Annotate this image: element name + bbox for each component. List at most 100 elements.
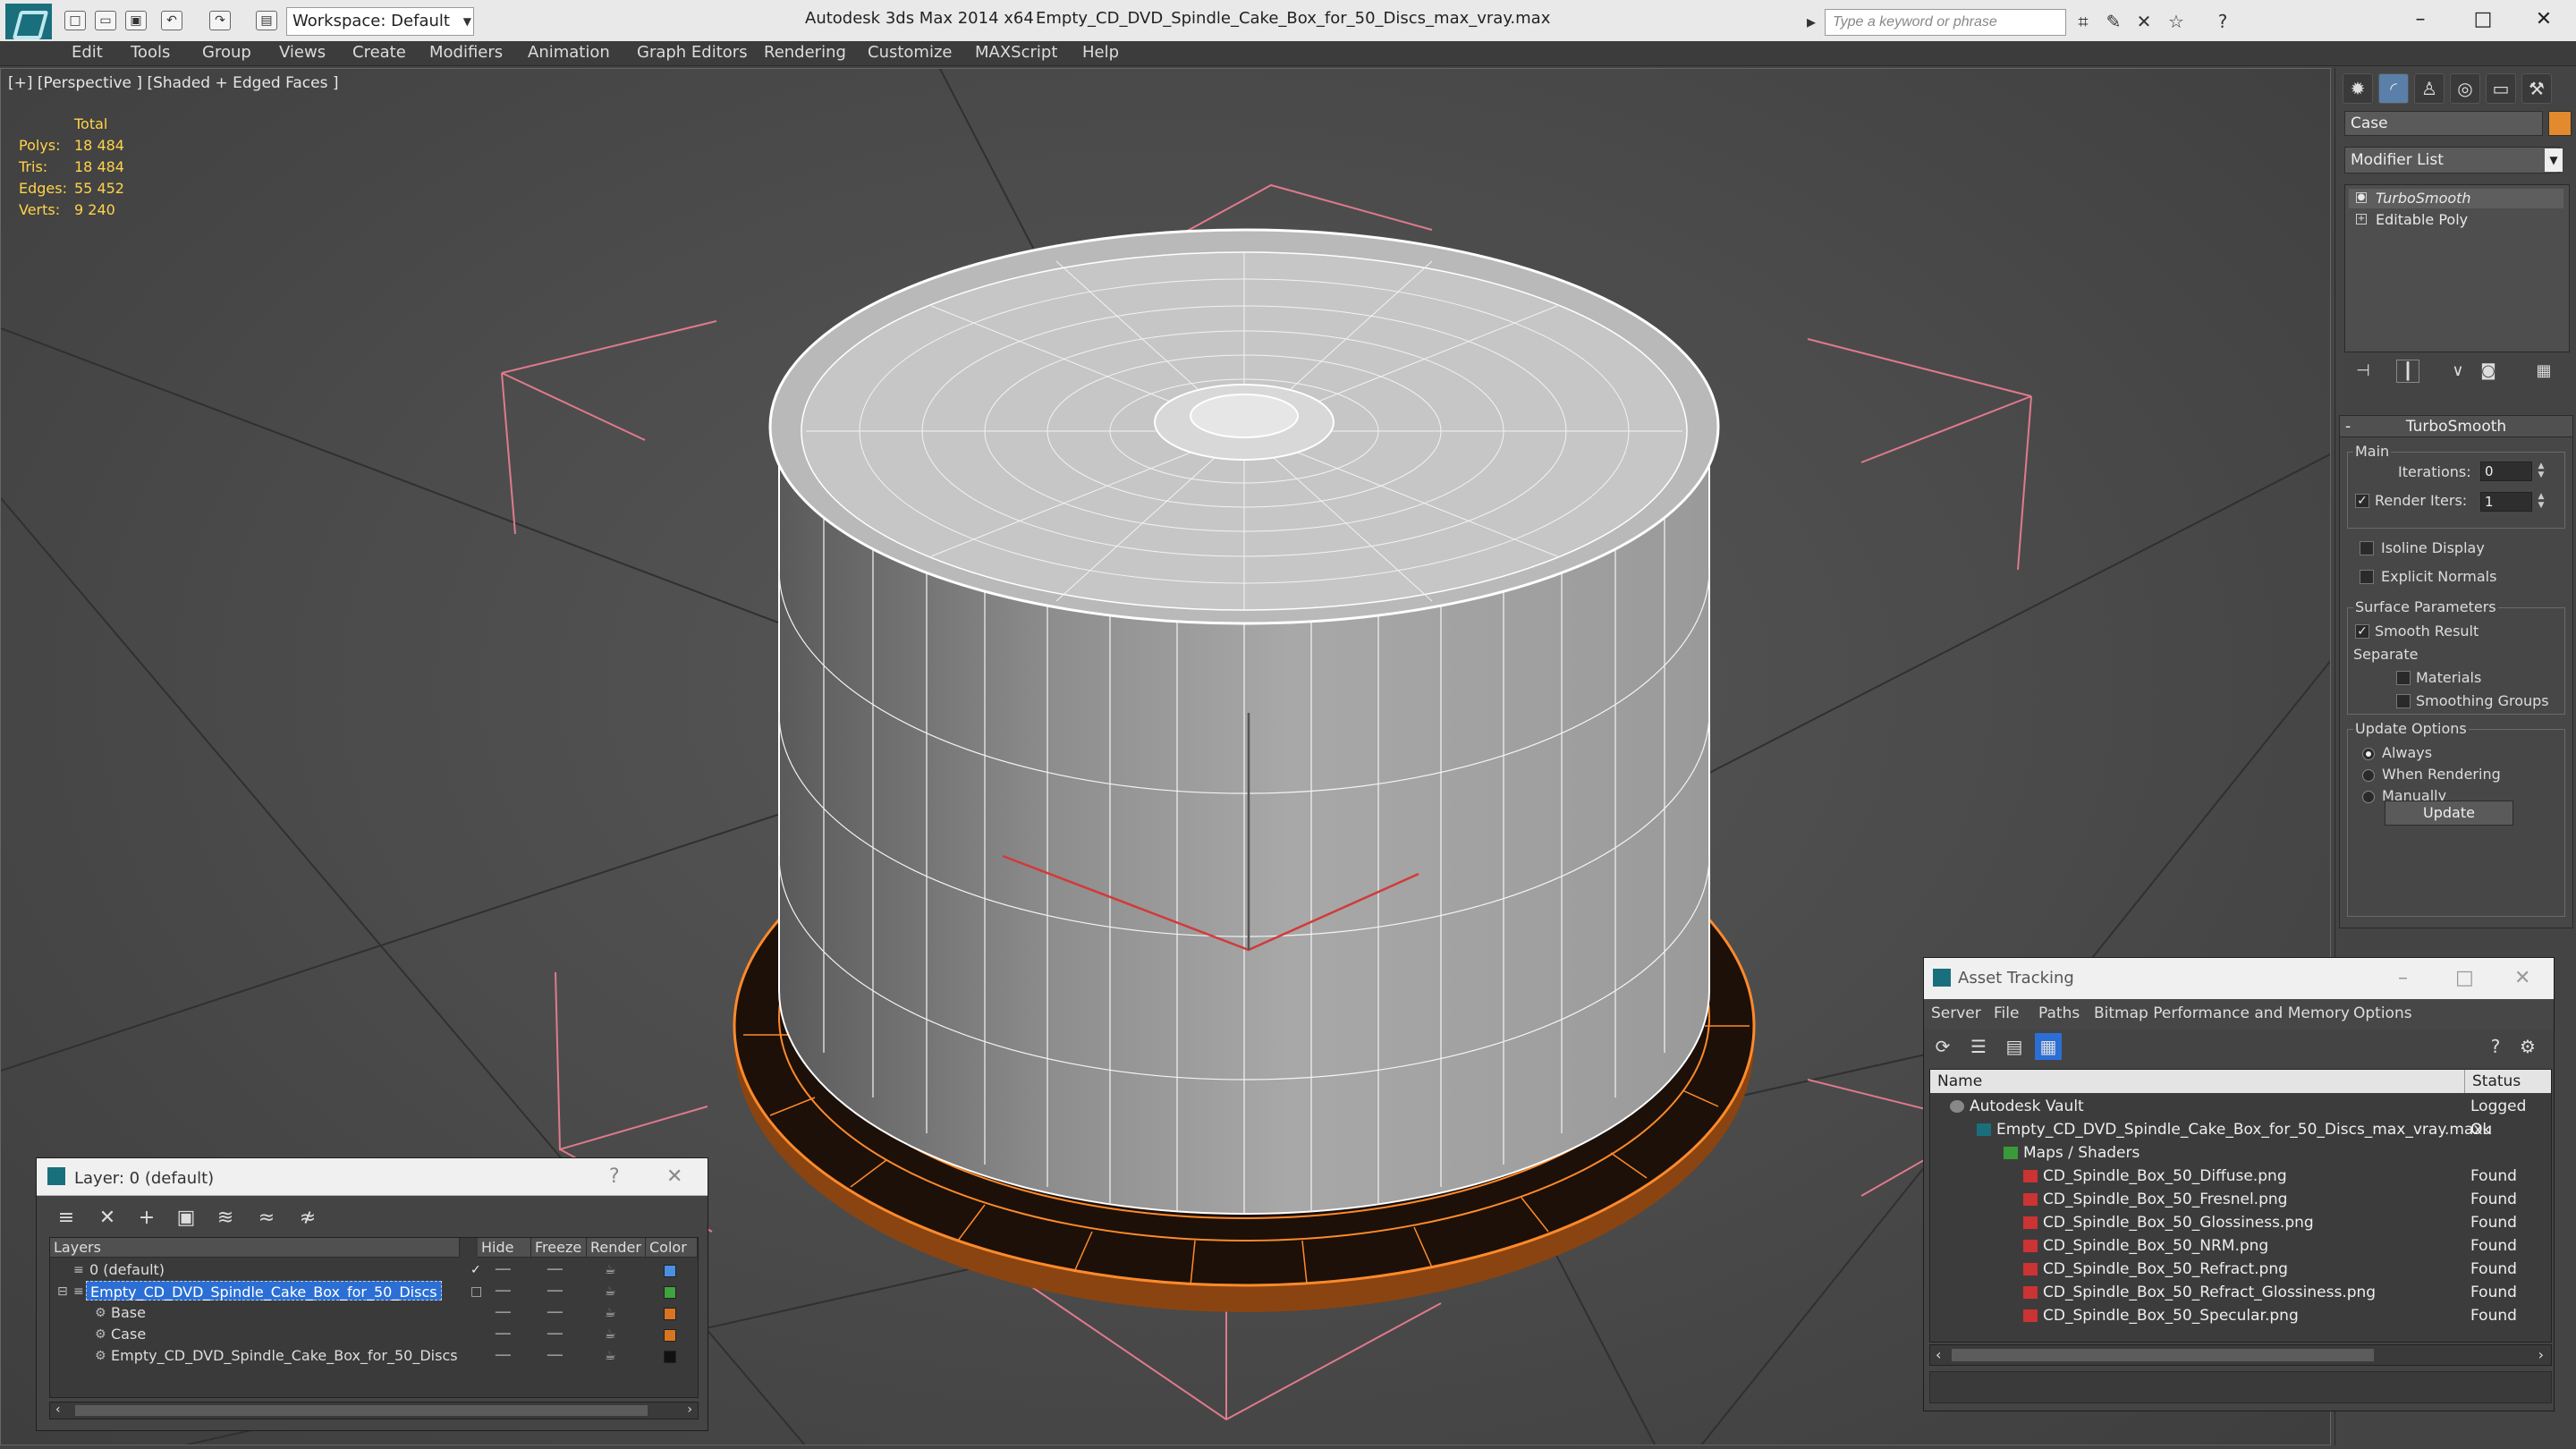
layer-color-swatch[interactable] bbox=[664, 1329, 676, 1342]
menu-edit[interactable]: Edit bbox=[72, 43, 103, 62]
asset-row[interactable]: CD_Spindle_Box_50_Glossiness.png Found bbox=[1930, 1211, 2551, 1234]
minimize-icon[interactable]: – bbox=[2398, 967, 2408, 989]
redo-icon[interactable]: ↷ bbox=[209, 11, 231, 30]
settings-icon[interactable]: ⚙ bbox=[2514, 1033, 2541, 1060]
hierarchy-tab-icon[interactable]: ♙ bbox=[2414, 73, 2445, 104]
asset-row[interactable]: Empty_CD_DVD_Spindle_Cake_Box_for_50_Dis… bbox=[1930, 1118, 2551, 1141]
render-teapot-icon[interactable]: ☕ bbox=[605, 1324, 616, 1345]
asset-row[interactable]: CD_Spindle_Box_50_Fresnel.png Found bbox=[1930, 1188, 2551, 1211]
hide-toggle[interactable]: ── bbox=[496, 1324, 511, 1345]
asset-row[interactable]: Autodesk Vault Logged Ou bbox=[1930, 1095, 2551, 1139]
help-icon[interactable]: ? bbox=[609, 1165, 620, 1188]
hide-toggle[interactable]: ── bbox=[496, 1259, 511, 1281]
add-to-layer-icon[interactable]: + bbox=[133, 1205, 160, 1232]
asset-menu-bitmap-performance[interactable]: Bitmap Performance and Memory bbox=[2094, 1004, 2350, 1022]
freeze-all-icon[interactable]: ≉ bbox=[294, 1205, 321, 1232]
column-name[interactable]: Name bbox=[1930, 1070, 2465, 1093]
hide-toggle[interactable]: ── bbox=[496, 1345, 511, 1367]
explicit-normals-checkbox[interactable] bbox=[2360, 570, 2374, 584]
maximize-icon[interactable]: □ bbox=[2455, 967, 2474, 989]
menu-group[interactable]: Group bbox=[202, 43, 251, 62]
stack-item-turbosmooth[interactable]: ● TurboSmooth bbox=[2349, 189, 2563, 208]
layer-row[interactable]: ⚙ Base ── ── ☕ bbox=[50, 1302, 698, 1324]
column-layers[interactable]: Layers bbox=[50, 1238, 460, 1258]
scroll-right-icon[interactable]: › bbox=[2538, 1346, 2544, 1363]
layer-color-swatch[interactable] bbox=[664, 1286, 676, 1299]
motion-tab-icon[interactable]: ◎ bbox=[2450, 73, 2480, 104]
hide-toggle[interactable]: ── bbox=[496, 1281, 511, 1302]
column-freeze[interactable]: Freeze bbox=[531, 1238, 587, 1258]
play-icon[interactable]: ▸ bbox=[1800, 11, 1823, 32]
menu-views[interactable]: Views bbox=[279, 43, 326, 62]
render-iters-spinner[interactable]: 1 bbox=[2480, 492, 2532, 512]
scroll-left-icon[interactable]: ‹ bbox=[1936, 1346, 1941, 1363]
tree-view-icon[interactable]: ▤ bbox=[2001, 1033, 2028, 1060]
close-icon[interactable]: ✕ bbox=[666, 1165, 682, 1188]
communication-icon[interactable]: ✕ bbox=[2132, 11, 2156, 32]
menu-graph-editors[interactable]: Graph Editors bbox=[637, 43, 748, 62]
scrollbar-thumb[interactable] bbox=[75, 1405, 648, 1416]
render-teapot-icon[interactable]: ☕ bbox=[605, 1281, 616, 1302]
remove-modifier-icon[interactable]: ◙ bbox=[2477, 360, 2500, 383]
select-objects-icon[interactable]: ▣ bbox=[173, 1205, 199, 1232]
pin-stack-icon[interactable]: ⊣ bbox=[2351, 360, 2375, 383]
active-box-icon[interactable]: □ bbox=[470, 1281, 482, 1302]
modifier-list-dropdown[interactable]: Modifier List bbox=[2344, 147, 2559, 174]
update-button[interactable]: Update bbox=[2385, 801, 2513, 826]
subscription-icon[interactable]: ✎ bbox=[2102, 11, 2125, 32]
column-status[interactable]: Status bbox=[2465, 1070, 2551, 1093]
highlight-layer-icon[interactable]: ≋ bbox=[212, 1205, 239, 1232]
layer-row[interactable]: ⚙ Empty_CD_DVD_Spindle_Cake_Box_for_50_D… bbox=[50, 1345, 698, 1367]
always-radio[interactable] bbox=[2362, 748, 2375, 760]
iterations-spinner[interactable]: 0 bbox=[2480, 462, 2532, 481]
collapse-icon[interactable]: ⊟ bbox=[57, 1281, 68, 1302]
display-tab-icon[interactable]: ▭ bbox=[2486, 73, 2516, 104]
freeze-toggle[interactable]: ── bbox=[547, 1259, 563, 1281]
save-file-icon[interactable]: ▣ bbox=[125, 11, 147, 30]
undo-icon[interactable]: ↶ bbox=[161, 11, 182, 30]
menu-help[interactable]: Help bbox=[1082, 43, 1119, 62]
asset-row[interactable]: CD_Spindle_Box_50_NRM.png Found bbox=[1930, 1234, 2551, 1258]
rollout-header[interactable]: - TurboSmooth bbox=[2340, 416, 2572, 437]
asset-row[interactable]: CD_Spindle_Box_50_Specular.png Found bbox=[1930, 1304, 2551, 1327]
menu-modifiers[interactable]: Modifiers bbox=[429, 43, 503, 62]
scroll-left-icon[interactable]: ‹ bbox=[55, 1402, 61, 1417]
freeze-toggle[interactable]: ── bbox=[547, 1345, 563, 1367]
active-check-icon[interactable]: ✓ bbox=[470, 1259, 481, 1281]
smoothing-groups-checkbox[interactable] bbox=[2396, 694, 2411, 708]
asset-menu-server[interactable]: Server bbox=[1931, 1004, 1981, 1022]
minimize-icon[interactable]: – bbox=[2394, 4, 2447, 36]
show-end-result-icon[interactable]: ┃ bbox=[2396, 360, 2419, 383]
freeze-toggle[interactable]: ── bbox=[547, 1302, 563, 1324]
search-input[interactable] bbox=[1825, 9, 2066, 36]
asset-row[interactable]: CD_Spindle_Box_50_Diffuse.png Found bbox=[1930, 1165, 2551, 1188]
table-view-icon[interactable]: ▦ bbox=[2035, 1033, 2062, 1060]
object-color-swatch[interactable] bbox=[2548, 111, 2572, 136]
close-icon[interactable]: ✕ bbox=[2517, 4, 2571, 36]
create-layer-icon[interactable]: ≡ bbox=[53, 1205, 80, 1232]
layer-row[interactable]: ⊟ ≡ Empty_CD_DVD_Spindle_Cake_Box_for_50… bbox=[50, 1281, 698, 1302]
help-icon[interactable]: ? bbox=[2482, 1033, 2509, 1060]
smooth-result-checkbox[interactable]: ✓ bbox=[2355, 624, 2369, 639]
render-teapot-icon[interactable]: ☕ bbox=[605, 1345, 616, 1367]
list-view-icon[interactable]: ☰ bbox=[1965, 1033, 1992, 1060]
layer-window-titlebar[interactable]: Layer: 0 (default) ? ✕ bbox=[37, 1158, 708, 1196]
asset-row[interactable]: CD_Spindle_Box_50_Refract_Glossiness.png… bbox=[1930, 1281, 2551, 1304]
menu-customize[interactable]: Customize bbox=[868, 43, 952, 62]
chevron-down-icon[interactable]: ▼ bbox=[2545, 148, 2563, 172]
configure-sets-icon[interactable]: ▦ bbox=[2532, 360, 2555, 383]
horizontal-scrollbar[interactable]: ‹ › bbox=[49, 1402, 699, 1419]
when-rendering-radio[interactable] bbox=[2362, 769, 2375, 782]
layer-color-swatch[interactable] bbox=[664, 1351, 676, 1363]
refresh-icon[interactable]: ⟳ bbox=[1929, 1033, 1956, 1060]
menu-animation[interactable]: Animation bbox=[528, 43, 610, 62]
render-iters-checkbox[interactable]: ✓ bbox=[2355, 494, 2369, 508]
menu-rendering[interactable]: Rendering bbox=[764, 43, 846, 62]
maximize-icon[interactable]: □ bbox=[2456, 4, 2510, 36]
asset-menu-paths[interactable]: Paths bbox=[2038, 1004, 2080, 1022]
stack-item-editable-poly[interactable]: + Editable Poly bbox=[2349, 210, 2563, 230]
delete-layer-icon[interactable]: ✕ bbox=[94, 1205, 121, 1232]
object-name-field[interactable]: Case bbox=[2344, 111, 2543, 136]
create-tab-icon[interactable]: ✹ bbox=[2343, 73, 2373, 104]
column-hide[interactable]: Hide bbox=[478, 1238, 531, 1258]
